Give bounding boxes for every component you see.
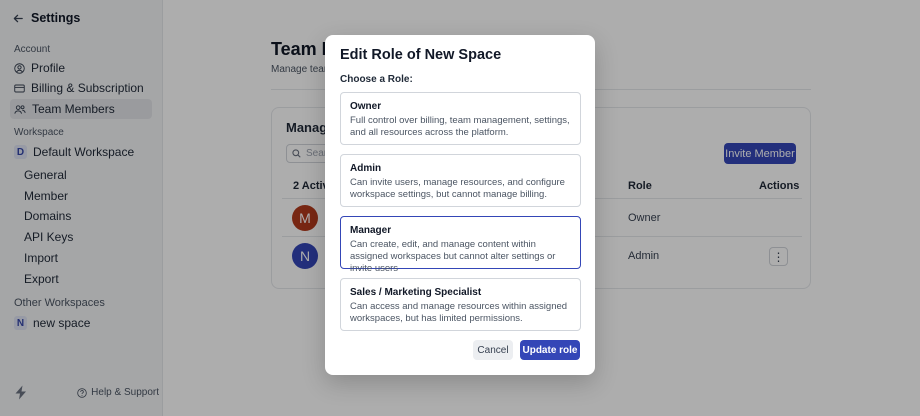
edit-role-modal: Edit Role of New Space Choose a Role: Ow… [325, 35, 595, 375]
role-description: Can invite users, manage resources, and … [350, 177, 565, 200]
role-name: Sales / Marketing Specialist [350, 287, 482, 298]
role-name: Admin [350, 163, 382, 174]
role-description: Can create, edit, and manage content wit… [350, 239, 556, 274]
role-option-manager[interactable]: Manager Can create, edit, and manage con… [340, 216, 581, 274]
update-role-button[interactable]: Update role [520, 340, 580, 360]
choose-role-label: Choose a Role: [340, 74, 413, 85]
role-name: Owner [350, 101, 382, 112]
role-option-admin[interactable]: Admin Can invite users, manage resources… [340, 154, 581, 207]
modal-title: Edit Role of New Space [340, 47, 502, 63]
role-description: Can access and manage resources within a… [350, 301, 568, 324]
cancel-button[interactable]: Cancel [473, 340, 513, 360]
role-option-owner[interactable]: Owner Full control over billing, team ma… [340, 92, 581, 145]
role-option-sales-marketing[interactable]: Sales / Marketing Specialist Can access … [340, 278, 581, 331]
role-name: Manager [350, 225, 392, 236]
role-description: Full control over billing, team manageme… [350, 115, 570, 138]
